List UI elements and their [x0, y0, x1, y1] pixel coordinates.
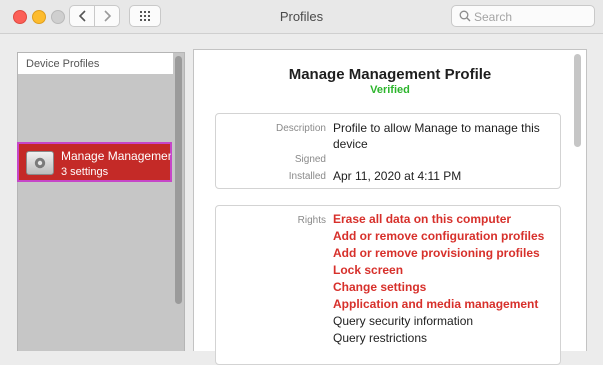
search-icon: [459, 10, 471, 22]
sidebar-header: Device Profiles: [18, 53, 173, 74]
window-titlebar: Profiles Search: [0, 0, 603, 34]
installed-value: Apr 11, 2020 at 4:11 PM: [333, 169, 462, 183]
right-item: Application and media management: [333, 297, 539, 311]
sidebar-header-label: Device Profiles: [26, 58, 100, 70]
right-item: Query security information: [333, 314, 474, 328]
rights-box: Rights Erase all data on this computer A…: [215, 205, 561, 365]
right-item: Erase all data on this computer: [333, 212, 512, 226]
right-item: Lock screen: [333, 263, 404, 277]
right-item: Query restrictions: [333, 331, 428, 345]
profile-title: Manage Management Profile: [288, 66, 492, 83]
right-item: Add or remove configuration profiles: [333, 229, 545, 243]
sidebar-scrollbar[interactable]: [175, 56, 182, 304]
profile-gear-icon: [26, 151, 54, 175]
rights-label: Rights: [297, 215, 326, 226]
description-label: Description: [275, 123, 326, 134]
profile-detail-pane: Manage Management Profile Verified Descr…: [193, 49, 587, 365]
installed-label: Installed: [288, 171, 326, 182]
verified-status: Verified: [370, 84, 410, 96]
description-value: Profile to allow Manage to manage this d…: [333, 121, 540, 151]
search-placeholder: Search: [474, 10, 513, 24]
right-item: Add or remove provisioning profiles: [333, 246, 540, 260]
search-field[interactable]: Search: [451, 5, 595, 27]
sidebar-item-profile[interactable]: Manage Management Profile 3 settings: [17, 142, 172, 182]
profile-details-box: Description Profile to allow Manage to m…: [215, 113, 561, 189]
right-item: Change settings: [333, 280, 427, 294]
signed-label: Signed: [294, 154, 326, 165]
device-profiles-sidebar: Device Profiles Manage Management Profil…: [17, 52, 185, 351]
sidebar-item-label: Manage Management Profile: [61, 149, 171, 163]
sidebar-item-subtitle: 3 settings: [61, 166, 109, 178]
